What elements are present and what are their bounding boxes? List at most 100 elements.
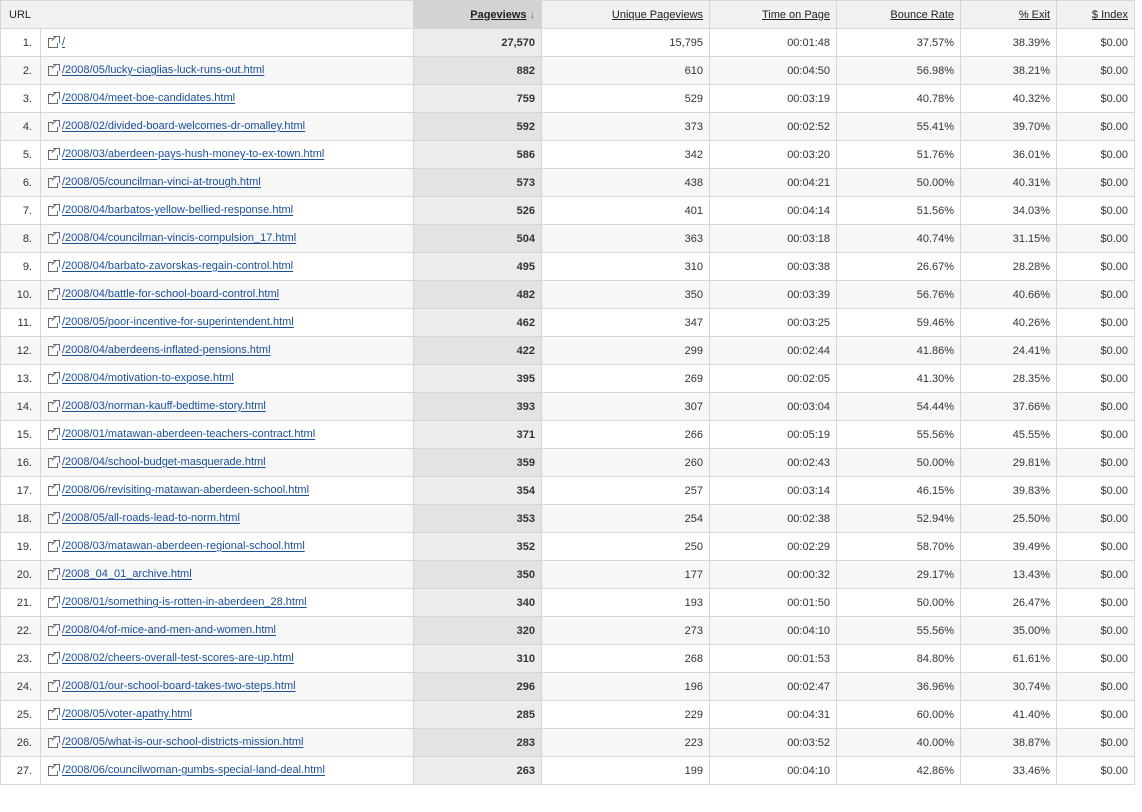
- dollar-index-cell: $0.00: [1056, 616, 1136, 645]
- page-url-link[interactable]: /2008/05/lucky-ciaglias-luck-runs-out.ht…: [62, 65, 264, 77]
- bounce-rate-column-header[interactable]: Bounce Rate: [836, 0, 962, 29]
- external-link-icon[interactable]: [48, 63, 60, 76]
- page-url-link[interactable]: /2008/04/motivation-to-expose.html: [62, 373, 234, 385]
- page-url-link[interactable]: /2008/06/councilwoman-gumbs-special-land…: [62, 765, 325, 777]
- page-url-link[interactable]: /2008/05/councilman-vinci-at-trough.html: [62, 177, 261, 189]
- external-link-icon[interactable]: [48, 287, 60, 300]
- dollar-index-cell: $0.00: [1056, 140, 1136, 169]
- external-link-icon[interactable]: [48, 119, 60, 132]
- dollar-index-cell: $0.00: [1056, 644, 1136, 673]
- pageviews-cell: 340: [413, 588, 543, 617]
- page-url-link[interactable]: /2008/05/voter-apathy.html: [62, 709, 192, 721]
- external-link-icon[interactable]: [48, 595, 60, 608]
- external-link-icon[interactable]: [48, 651, 60, 664]
- dollar-index-cell: $0.00: [1056, 420, 1136, 449]
- bounce-rate-cell: 50.00%: [836, 168, 962, 197]
- table-row: 27. /2008/06/councilwoman-gumbs-special-l…: [0, 756, 1136, 785]
- external-link-icon[interactable]: [48, 231, 60, 244]
- bounce-rate-cell: 41.86%: [836, 336, 962, 365]
- dollar-index-sort-link[interactable]: $ Index: [1092, 9, 1128, 21]
- external-link-icon[interactable]: [48, 539, 60, 552]
- time-on-page-cell: 00:04:50: [709, 56, 838, 85]
- pageviews-cell: 352: [413, 532, 543, 561]
- unique-pageviews-cell: 199: [541, 756, 711, 785]
- external-link-icon[interactable]: [48, 147, 60, 160]
- time-on-page-column-header[interactable]: Time on Page: [709, 0, 838, 29]
- external-link-icon[interactable]: [48, 735, 60, 748]
- bounce-rate-cell: 36.96%: [836, 672, 962, 701]
- page-url-link[interactable]: /2008/04/school-budget-masquerade.html: [62, 457, 266, 469]
- url-cell: /2008/01/something-is-rotten-in-aberdeen…: [39, 588, 415, 617]
- exit-column-header[interactable]: % Exit: [960, 0, 1058, 29]
- page-url-link[interactable]: /2008/01/our-school-board-takes-two-step…: [62, 681, 296, 693]
- row-number: 17.: [0, 476, 41, 505]
- external-link-icon[interactable]: [48, 259, 60, 272]
- unique-pageviews-cell: 223: [541, 728, 711, 757]
- page-url-link[interactable]: /2008/02/cheers-overall-test-scores-are-…: [62, 653, 294, 665]
- page-url-link[interactable]: /2008/03/matawan-aberdeen-regional-schoo…: [62, 541, 305, 553]
- page-url-link[interactable]: /2008/03/norman-kauff-bedtime-story.html: [62, 401, 266, 413]
- unique-pageviews-cell: 310: [541, 252, 711, 281]
- page-url-link[interactable]: /2008/04/barbato-zavorskas-regain-contro…: [62, 261, 293, 273]
- table-row: 21. /2008/01/something-is-rotten-in-aberd…: [0, 588, 1136, 617]
- bounce-rate-sort-link[interactable]: Bounce Rate: [890, 9, 954, 21]
- page-url-link[interactable]: /2008_04_01_archive.html: [62, 569, 192, 581]
- unique-pageviews-column-header[interactable]: Unique Pageviews: [541, 0, 711, 29]
- pageviews-cell: 882: [413, 56, 543, 85]
- table-row: 10. /2008/04/battle-for-school-board-cont…: [0, 280, 1136, 309]
- page-url-link[interactable]: /: [62, 37, 65, 49]
- page-url-link[interactable]: /2008/06/revisiting-matawan-aberdeen-sch…: [62, 485, 309, 497]
- page-url-link[interactable]: /2008/04/battle-for-school-board-control…: [62, 289, 279, 301]
- time-on-page-sort-link[interactable]: Time on Page: [762, 9, 830, 21]
- url-cell: /2008/02/cheers-overall-test-scores-are-…: [39, 644, 415, 673]
- external-link-icon[interactable]: [48, 483, 60, 496]
- dollar-index-column-header[interactable]: $ Index: [1056, 0, 1136, 29]
- unique-pageviews-cell: 269: [541, 364, 711, 393]
- external-link-icon[interactable]: [48, 175, 60, 188]
- external-link-icon[interactable]: [48, 399, 60, 412]
- page-url-link[interactable]: /2008/05/what-is-our-school-districts-mi…: [62, 737, 303, 749]
- bounce-rate-cell: 26.67%: [836, 252, 962, 281]
- page-url-link[interactable]: /2008/02/divided-board-welcomes-dr-omall…: [62, 121, 305, 133]
- page-url-link[interactable]: /2008/04/meet-boe-candidates.html: [62, 93, 235, 105]
- unique-pageviews-cell: 363: [541, 224, 711, 253]
- page-url-link[interactable]: /2008/04/councilman-vincis-compulsion_17…: [62, 233, 296, 245]
- pageviews-column-header[interactable]: Pageviews ↓: [413, 0, 543, 29]
- external-link-icon[interactable]: [48, 315, 60, 328]
- external-link-icon[interactable]: [48, 35, 60, 48]
- external-link-icon[interactable]: [48, 763, 60, 776]
- external-link-icon[interactable]: [48, 343, 60, 356]
- page-url-link[interactable]: /2008/03/aberdeen-pays-hush-money-to-ex-…: [62, 149, 324, 161]
- external-link-icon[interactable]: [48, 455, 60, 468]
- unique-pageviews-sort-link[interactable]: Unique Pageviews: [612, 9, 703, 21]
- external-link-icon[interactable]: [48, 679, 60, 692]
- external-link-icon[interactable]: [48, 707, 60, 720]
- external-link-icon[interactable]: [48, 623, 60, 636]
- external-link-icon[interactable]: [48, 511, 60, 524]
- bounce-rate-cell: 29.17%: [836, 560, 962, 589]
- pageviews-cell: 526: [413, 196, 543, 225]
- page-url-link[interactable]: /2008/04/aberdeens-inflated-pensions.htm…: [62, 345, 271, 357]
- time-on-page-cell: 00:02:52: [709, 112, 838, 141]
- table-row: 22. /2008/04/of-mice-and-men-and-women.ht…: [0, 616, 1136, 645]
- external-link-icon[interactable]: [48, 203, 60, 216]
- page-url-link[interactable]: /2008/05/all-roads-lead-to-norm.html: [62, 513, 240, 525]
- external-link-icon[interactable]: [48, 91, 60, 104]
- exit-sort-link[interactable]: % Exit: [1019, 9, 1050, 21]
- url-cell: /2008/04/aberdeens-inflated-pensions.htm…: [39, 336, 415, 365]
- page-url-link[interactable]: /2008/01/matawan-aberdeen-teachers-contr…: [62, 429, 315, 441]
- time-on-page-cell: 00:02:29: [709, 532, 838, 561]
- page-url-link[interactable]: /2008/01/something-is-rotten-in-aberdeen…: [62, 597, 307, 609]
- table-row: 19. /2008/03/matawan-aberdeen-regional-sc…: [0, 532, 1136, 561]
- external-link-icon[interactable]: [48, 567, 60, 580]
- external-link-icon[interactable]: [48, 427, 60, 440]
- exit-cell: 39.70%: [960, 112, 1058, 141]
- pageviews-sort-link[interactable]: Pageviews: [470, 9, 526, 21]
- url-cell: /2008/03/matawan-aberdeen-regional-schoo…: [39, 532, 415, 561]
- page-url-link[interactable]: /2008/04/of-mice-and-men-and-women.html: [62, 625, 276, 637]
- bounce-rate-cell: 41.30%: [836, 364, 962, 393]
- page-url-link[interactable]: /2008/05/poor-incentive-for-superintende…: [62, 317, 294, 329]
- external-link-icon[interactable]: [48, 371, 60, 384]
- sort-down-arrow-icon: ↓: [529, 8, 536, 21]
- page-url-link[interactable]: /2008/04/barbatos-yellow-bellied-respons…: [62, 205, 293, 217]
